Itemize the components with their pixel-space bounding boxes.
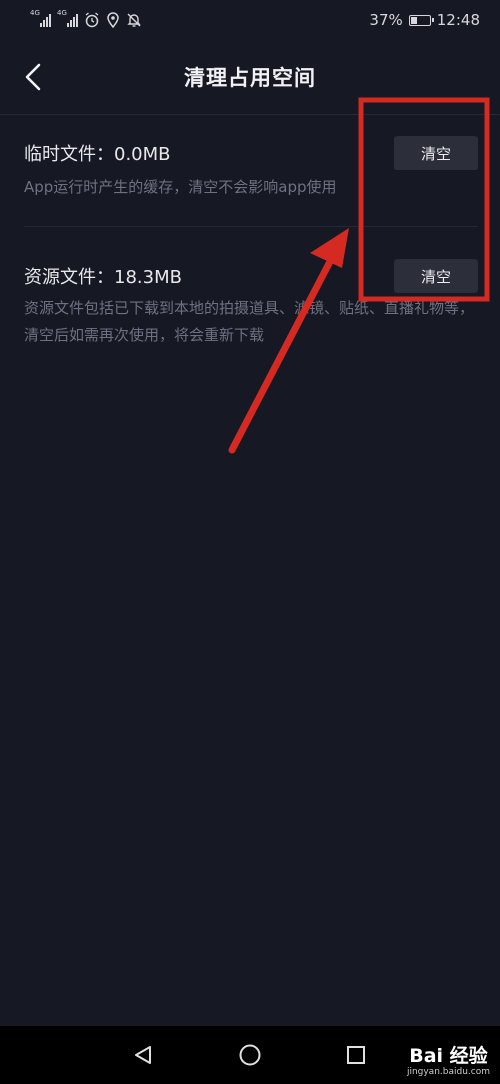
resource-files-description: 资源文件包括已下载到本地的拍摄道具、滤镜、贴纸、直播礼物等，清空后如需再次使用，… (24, 299, 475, 344)
status-right: 37% 12:48 (369, 11, 480, 29)
location-icon (107, 12, 119, 28)
chevron-left-icon (25, 63, 41, 91)
battery-percent: 37% (369, 11, 403, 29)
temp-files-description: App运行时产生的缓存，清空不会影响app使用 (24, 178, 337, 196)
watermark-main: Bai 经验 (409, 1045, 488, 1067)
signal-icon-2: 4G (57, 10, 78, 27)
page-title: 清理占用空间 (184, 66, 316, 90)
status-bar: 4G 4G 37% 12:48 (0, 0, 500, 40)
status-left-icons: 4G 4G (30, 10, 142, 28)
back-button[interactable] (18, 60, 48, 94)
navigation-bar: Bai 经验 jingyan.baidu.com (0, 1026, 500, 1084)
nav-recents-button[interactable] (341, 1040, 371, 1070)
clear-resource-files-button[interactable]: 清空 (394, 259, 478, 293)
nav-home-button[interactable] (235, 1040, 265, 1070)
nav-back-button[interactable] (128, 1040, 158, 1070)
back-triangle-icon (135, 1046, 151, 1064)
annotation-arrow-head (310, 228, 349, 268)
signal-icon: 4G (30, 10, 51, 27)
status-time: 12:48 (436, 11, 480, 29)
divider (24, 226, 478, 227)
alarm-icon (85, 12, 99, 28)
watermark-sub: jingyan.baidu.com (406, 1067, 490, 1077)
header: 清理占用空间 (0, 40, 500, 115)
home-circle-icon (239, 1044, 261, 1066)
baidu-watermark: Bai 经验 jingyan.baidu.com (407, 1045, 490, 1078)
recents-square-icon (347, 1046, 365, 1064)
mute-icon (127, 13, 141, 27)
clear-temp-files-button[interactable]: 清空 (394, 136, 478, 170)
battery-icon (408, 14, 434, 26)
